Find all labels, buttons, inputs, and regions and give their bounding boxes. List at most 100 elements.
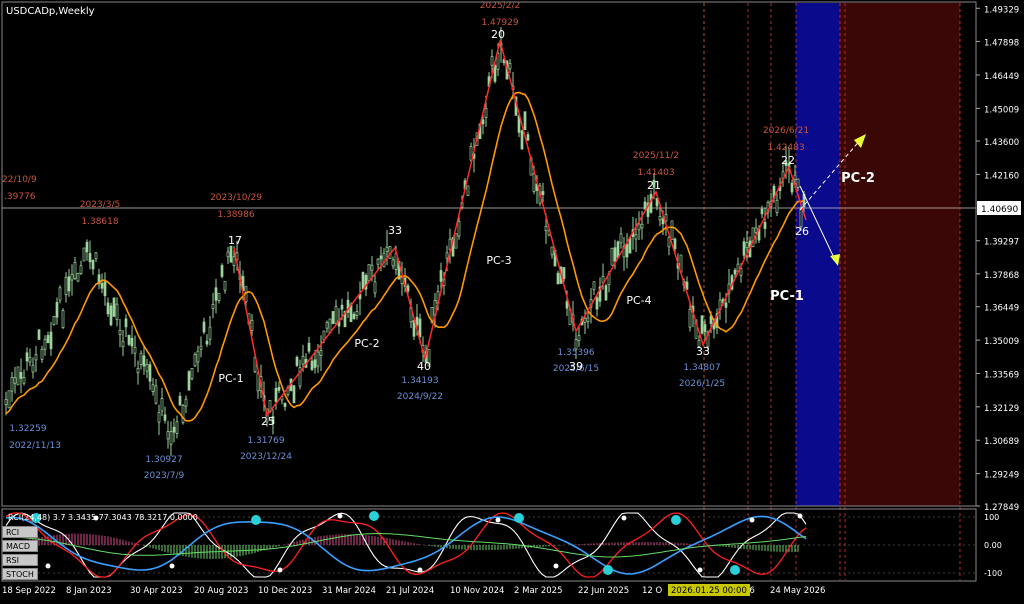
candle-body [523, 111, 527, 131]
indicator-button-rci[interactable]: RCI [2, 526, 38, 538]
x-axis-label: 10 Nov 2024 [450, 586, 504, 596]
candle-body [316, 351, 320, 367]
bar-count-label: 33 [696, 345, 710, 358]
candle-body [745, 242, 749, 249]
candle-body [319, 350, 323, 356]
y-axis-label: 1.30689 [984, 437, 1019, 447]
candle-body [40, 348, 44, 360]
candle-body [310, 360, 314, 370]
y-axis-label: 1.27849 [984, 503, 1019, 513]
candle-body [439, 270, 443, 282]
bar-count-label: 17 [228, 234, 242, 247]
candle-body [151, 384, 155, 392]
candle-body [184, 398, 188, 407]
candle-body [43, 338, 47, 350]
candle-body [178, 395, 182, 406]
candle-body [67, 276, 71, 292]
x-axis-label: 30 Apr 2023 [130, 586, 183, 596]
candle-body [19, 371, 23, 379]
candle-body [211, 303, 215, 309]
candle-body [103, 281, 107, 297]
candle-body [700, 315, 704, 334]
bar-count-label: 40 [417, 360, 431, 373]
candle-body [724, 302, 728, 308]
candle-body [583, 317, 587, 323]
candle-body [307, 342, 311, 352]
indicator-button-macd[interactable]: MACD [2, 540, 38, 552]
candle-body [616, 241, 620, 258]
swing-low-date-label: 2022/11/13 [9, 441, 61, 451]
candle-body [25, 352, 29, 362]
candle-body [292, 385, 296, 404]
candle-body [733, 269, 737, 275]
candle-body [232, 256, 236, 266]
rci-signal-marker [514, 513, 524, 523]
swing-low-price-label: 1.30927 [145, 455, 182, 465]
indicator-level-label: -100 [984, 569, 1002, 578]
candle-body [406, 285, 410, 292]
candle-body [94, 252, 98, 260]
y-axis-label: 1.33569 [984, 370, 1019, 380]
candle-body [481, 119, 485, 125]
candle-body [79, 265, 83, 274]
candle-body [415, 316, 419, 326]
left-price-label: .39776 [4, 192, 36, 202]
candle-body [625, 243, 629, 258]
stoch-signal-marker [553, 563, 559, 569]
candle-body [85, 241, 89, 253]
forecast-zone-red [840, 3, 960, 506]
candle-body [31, 364, 35, 373]
candle-body [157, 412, 161, 423]
candle-body [190, 368, 194, 380]
candle-body [793, 174, 797, 180]
candle-body [379, 255, 383, 260]
stoch-signal-marker [337, 513, 343, 519]
indicator-button-stoch[interactable]: STOCH [2, 568, 38, 580]
candle-body [61, 310, 65, 328]
candle-body [541, 191, 545, 196]
bar-count-label: 33 [388, 224, 402, 237]
candle-body [172, 426, 176, 433]
stoch-signal-marker [277, 567, 283, 573]
candle-body [760, 208, 764, 215]
candle-body [619, 233, 623, 244]
x-axis-label: 22 Jun 2025 [578, 586, 629, 596]
swing-low-date-label: 2026/1/25 [679, 379, 725, 389]
swing-low-price-label: 1.35396 [557, 348, 594, 358]
pc-label: PC-4 [626, 294, 651, 307]
candle-body [445, 252, 449, 259]
y-axis-label: 1.35009 [984, 337, 1019, 347]
candle-body [274, 388, 278, 402]
y-axis-label: 1.39297 [984, 238, 1019, 248]
candle-body [34, 354, 38, 361]
candle-body [88, 253, 92, 263]
candle-body [391, 259, 395, 267]
y-axis-label: 1.36449 [984, 304, 1019, 314]
indicator-button-rsi[interactable]: RSI [2, 554, 38, 566]
candle-body [7, 390, 11, 409]
swing-low-date-label: 2023/12/24 [240, 452, 292, 462]
rci-line [5, 515, 807, 575]
candle-body [556, 272, 560, 285]
stoch-signal-marker [797, 513, 803, 519]
x-axis-label: 31 Mar 2024 [322, 586, 376, 596]
candle-body [526, 134, 530, 141]
candle-body [223, 281, 227, 291]
pc-label: PC-1 [770, 289, 804, 304]
candle-body [133, 346, 137, 354]
candle-body [763, 221, 767, 229]
candle-body [28, 357, 32, 363]
candle-body [58, 287, 62, 301]
price-chart[interactable]: 22/10/9 .39776 2023/3/5 1.38618 2023/10/29 1.… [0, 0, 1024, 600]
candle-body [628, 237, 632, 254]
candle-body [64, 276, 68, 295]
candle-body [109, 305, 113, 326]
indicator-level-label: 100 [984, 513, 999, 522]
bar-count-label: 22 [781, 154, 795, 167]
candle-body [634, 234, 638, 240]
candle-body [550, 246, 554, 256]
candle-body [250, 319, 254, 331]
pc-label: PC-3 [486, 254, 511, 267]
candle-body [370, 264, 374, 271]
y-axis-label: 1.42160 [984, 171, 1019, 181]
